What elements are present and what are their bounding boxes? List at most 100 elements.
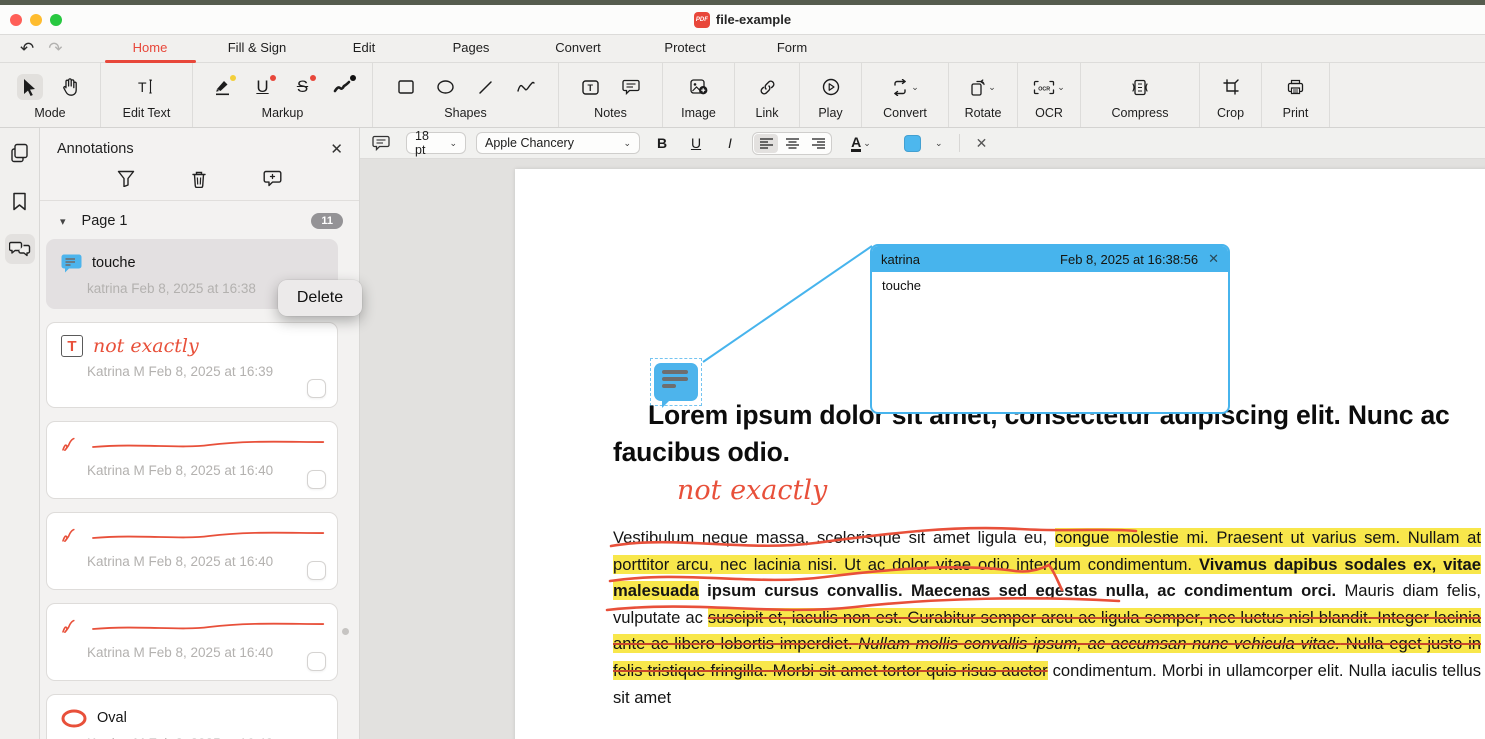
annotation-card-ink[interactable]: Katrina M Feb 8, 2025 at 16:40 xyxy=(46,603,338,681)
font-size-value: 18 pt xyxy=(415,129,437,157)
hand-mode-button[interactable] xyxy=(57,74,83,100)
scrollbar-thumb[interactable] xyxy=(342,628,349,635)
page-thumbnails-button[interactable] xyxy=(5,138,35,168)
page-group-header[interactable]: ▾ Page 1 11 xyxy=(40,201,359,237)
annotation-card-ink[interactable]: Katrina M Feb 8, 2025 at 16:40 xyxy=(46,512,338,590)
annotation-meta: Katrina M Feb 8, 2025 at 16:39 xyxy=(87,364,325,379)
tab-edit[interactable]: Edit xyxy=(311,35,418,63)
draw-pen-button[interactable] xyxy=(330,74,356,100)
underline-button[interactable]: U xyxy=(250,74,276,100)
filter-icon xyxy=(117,170,135,187)
annotation-checkbox[interactable] xyxy=(307,652,326,671)
note-properties-icon[interactable] xyxy=(372,135,390,151)
annotation-checkbox[interactable] xyxy=(307,561,326,580)
compress-button[interactable] xyxy=(1127,74,1153,100)
annotation-meta: Katrina M Feb 8, 2025 at 16:40 xyxy=(87,645,325,660)
delete-annotations-button[interactable] xyxy=(191,170,207,188)
annotation-checkbox[interactable] xyxy=(307,379,326,398)
bookmarks-button[interactable] xyxy=(5,186,35,216)
annotation-card-oval[interactable]: OvalKatrina M Feb 8, 2025 at 16:40 xyxy=(46,694,338,739)
rectangle-shape-button[interactable] xyxy=(393,74,419,100)
convert-button[interactable]: ⌄ xyxy=(886,74,924,100)
tab-pages[interactable]: Pages xyxy=(418,35,525,63)
group-label-crop: Crop xyxy=(1217,106,1244,120)
align-right-button[interactable] xyxy=(806,134,830,153)
underline-format-button[interactable]: U xyxy=(684,132,708,154)
tab-fill-sign[interactable]: Fill & Sign xyxy=(204,35,311,63)
svg-text:OCR: OCR xyxy=(1038,86,1050,92)
redo-icon[interactable]: ↷ xyxy=(48,39,62,59)
ocr-button[interactable]: OCR ⌄ xyxy=(1029,74,1069,100)
comment-popup[interactable]: katrina Feb 8, 2025 at 16:38:56 ✕ touche xyxy=(870,244,1230,414)
rotate-chevron-icon: ⌄ xyxy=(988,82,996,93)
annotation-title: not exactly xyxy=(93,335,199,357)
tab-form[interactable]: Form xyxy=(739,35,846,63)
font-size-select[interactable]: 18 pt ⌄ xyxy=(406,132,466,154)
paragraph-segment-bold: ipsum cursus convallis. Maecenas sed ege… xyxy=(699,581,1345,600)
document-viewport[interactable]: katrina Feb 8, 2025 at 16:38:56 ✕ touche… xyxy=(360,159,1485,739)
comment-close-icon[interactable]: ✕ xyxy=(1208,251,1219,267)
annotation-checkbox[interactable] xyxy=(307,470,326,489)
tab-home[interactable]: Home xyxy=(97,35,204,63)
comment-popup-header: katrina Feb 8, 2025 at 16:38:56 ✕ xyxy=(872,246,1228,272)
tab-convert[interactable]: Convert xyxy=(525,35,632,63)
select-mode-button[interactable] xyxy=(17,74,43,100)
text-note-button[interactable]: T xyxy=(578,74,604,100)
pdf-page: katrina Feb 8, 2025 at 16:38:56 ✕ touche… xyxy=(515,169,1485,739)
annotation-card-ink[interactable]: Katrina M Feb 8, 2025 at 16:40 xyxy=(46,421,338,499)
font-color-button[interactable]: A ⌄ xyxy=(842,132,880,154)
paragraph-segment-hl-strike-italic: Nullam mollis convallis ipsum, ac accums… xyxy=(858,634,1340,653)
strikeout-button[interactable]: S xyxy=(290,74,316,100)
divider xyxy=(959,134,960,152)
toolbar-group-mode: Mode xyxy=(0,63,101,127)
hand-icon xyxy=(62,78,78,96)
add-comment-button[interactable] xyxy=(263,170,282,188)
bold-button[interactable]: B xyxy=(650,132,674,154)
annotations-close-icon[interactable]: ✕ xyxy=(330,140,343,158)
tab-protect[interactable]: Protect xyxy=(632,35,739,63)
insert-image-button[interactable] xyxy=(686,74,712,100)
font-color-chevron-icon: ⌄ xyxy=(863,138,871,149)
font-family-select[interactable]: Apple Chancery ⌄ xyxy=(476,132,640,154)
free-text-annotation[interactable]: not exactly xyxy=(677,475,827,506)
crop-button[interactable] xyxy=(1218,74,1244,100)
font-size-chevron-icon: ⌄ xyxy=(449,138,457,149)
rotate-button[interactable]: ⌄ xyxy=(965,74,1001,100)
annotation-title: touche xyxy=(92,255,136,271)
comment-note-button[interactable] xyxy=(618,74,644,100)
insert-link-button[interactable] xyxy=(754,74,780,100)
scribble-shape-button[interactable] xyxy=(513,74,539,100)
annotations-panel-button[interactable] xyxy=(5,234,35,264)
annotation-card-text[interactable]: Tnot exactly Katrina M Feb 8, 2025 at 16:… xyxy=(46,322,338,408)
document-filename: file-example xyxy=(716,12,791,27)
close-format-bar-button[interactable]: ✕ xyxy=(970,132,994,154)
comment-body[interactable]: touche xyxy=(872,272,1228,412)
annotation-color-button[interactable]: ⌄ xyxy=(904,135,943,152)
text-annotation-icon: T xyxy=(61,335,83,357)
play-circle-icon xyxy=(822,78,840,96)
group-label-ocr: OCR xyxy=(1035,106,1063,120)
print-button[interactable] xyxy=(1283,74,1309,100)
note-annotation-icon xyxy=(61,254,82,273)
highlight-button[interactable] xyxy=(210,74,236,100)
main-toolbar: Mode T Edit Text U S xyxy=(0,63,1485,128)
font-family-value: Apple Chancery xyxy=(485,136,574,150)
rotate-page-icon xyxy=(970,79,986,96)
toolbar-group-convert: ⌄ Convert xyxy=(862,63,949,127)
document-paragraph: Vestibulum neque massa, scelerisque sit … xyxy=(613,525,1481,711)
color-chevron-icon: ⌄ xyxy=(935,138,943,149)
undo-icon[interactable]: ↶ xyxy=(20,39,34,59)
edit-text-button[interactable]: T xyxy=(134,74,160,100)
annotation-meta: Katrina M Feb 8, 2025 at 16:40 xyxy=(87,463,325,478)
align-left-button[interactable] xyxy=(754,134,778,153)
ink-stroke-preview xyxy=(91,618,325,636)
group-label-convert: Convert xyxy=(883,106,927,120)
oval-shape-button[interactable] xyxy=(433,74,459,100)
filter-annotations-button[interactable] xyxy=(117,170,135,188)
italic-button[interactable]: I xyxy=(718,132,742,154)
play-button[interactable] xyxy=(818,74,844,100)
toolbar-group-print: Print xyxy=(1262,63,1330,127)
context-menu-delete[interactable]: Delete xyxy=(278,280,362,316)
line-shape-button[interactable] xyxy=(473,74,499,100)
align-center-button[interactable] xyxy=(780,134,804,153)
